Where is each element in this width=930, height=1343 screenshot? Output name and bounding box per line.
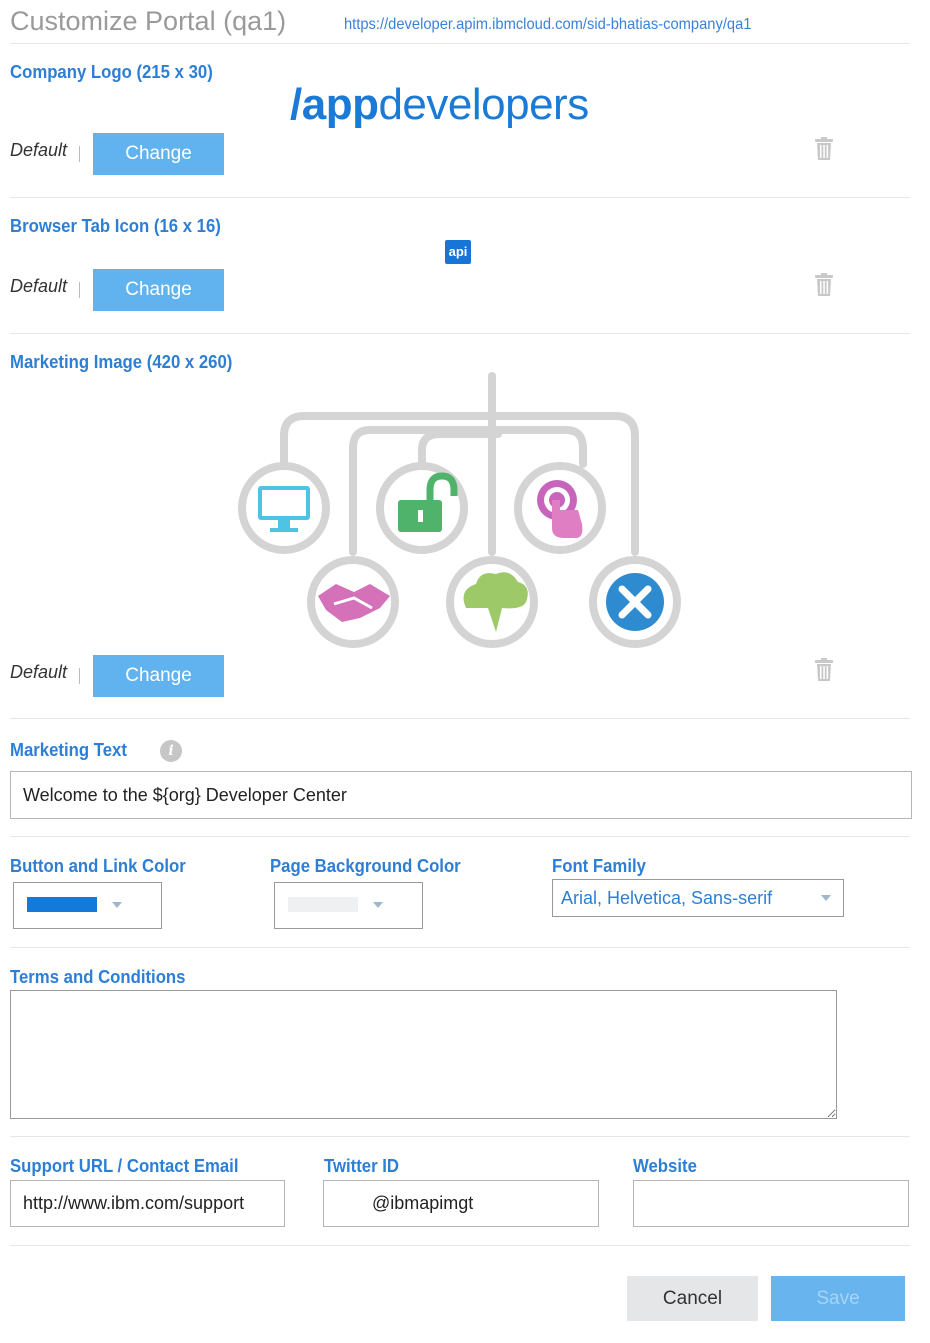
padlock-icon — [376, 462, 468, 554]
marketing-image-label: Marketing Image (420 x 260) — [10, 352, 233, 372]
cancel-button[interactable]: Cancel — [627, 1276, 758, 1321]
cloud-icon — [446, 556, 538, 648]
handshake-icon — [307, 556, 399, 648]
separator — [79, 146, 80, 162]
logo-prefix: /app — [290, 80, 379, 129]
button-link-color-swatch — [27, 897, 97, 912]
font-family-label: Font Family — [552, 856, 646, 876]
portal-url-link[interactable]: https://developer.apim.ibmcloud.com/sid-… — [344, 16, 751, 34]
separator — [79, 282, 80, 298]
twitter-label: Twitter ID — [324, 1156, 400, 1176]
marketing-text-label: Marketing Text — [10, 740, 127, 760]
button-link-color-picker[interactable] — [13, 882, 162, 929]
browser-tab-icon-default-label: Default — [10, 276, 68, 296]
separator — [79, 668, 80, 684]
website-label: Website — [633, 1156, 697, 1176]
support-label: Support URL / Contact Email — [10, 1156, 239, 1176]
chevron-down-icon — [112, 902, 122, 908]
divider — [10, 836, 910, 837]
divider — [10, 333, 910, 334]
company-logo-label: Company Logo (215 x 30) — [10, 62, 213, 82]
page-background-color-swatch — [288, 897, 358, 912]
divider — [10, 1136, 910, 1137]
marketing-image-change-button[interactable]: Change — [93, 655, 224, 697]
monitor-icon — [238, 462, 330, 554]
font-family-selected-value: Arial, Helvetica, Sans-serif — [561, 888, 773, 908]
twitter-id-input[interactable] — [323, 1180, 599, 1227]
font-family-select[interactable]: Arial, Helvetica, Sans-serif — [552, 879, 844, 917]
website-input[interactable] — [633, 1180, 909, 1227]
company-logo-default-label: Default — [10, 140, 68, 160]
terms-textarea[interactable] — [10, 990, 837, 1119]
browser-tab-icon-delete-icon[interactable] — [814, 273, 834, 297]
browser-tab-icon-label: Browser Tab Icon (16 x 16) — [10, 216, 221, 236]
company-logo-delete-icon[interactable] — [814, 137, 834, 161]
info-icon[interactable]: i — [160, 740, 182, 762]
company-logo-change-button[interactable]: Change — [93, 133, 224, 175]
terms-label: Terms and Conditions — [10, 967, 186, 987]
browser-tab-icon-change-button[interactable]: Change — [93, 269, 224, 311]
save-button[interactable]: Save — [771, 1276, 905, 1321]
marketing-image-preview — [238, 372, 681, 648]
divider — [10, 197, 910, 198]
page-background-color-label: Page Background Color — [270, 856, 461, 876]
chevron-down-icon — [821, 895, 831, 901]
divider — [10, 1245, 910, 1246]
divider — [10, 947, 910, 948]
chevron-down-icon — [373, 902, 383, 908]
browser-tab-icon-preview: api — [445, 240, 471, 264]
divider — [10, 718, 910, 719]
support-url-input[interactable] — [10, 1180, 285, 1227]
page-title: Customize Portal (qa1) — [10, 6, 287, 36]
marketing-text-input[interactable] — [10, 771, 912, 819]
logo-suffix: developers — [378, 80, 589, 129]
x-icon — [589, 556, 681, 648]
button-link-color-label: Button and Link Color — [10, 856, 186, 876]
marketing-image-delete-icon[interactable] — [814, 658, 834, 682]
marketing-image-default-label: Default — [10, 662, 68, 682]
divider — [10, 43, 910, 44]
touch-icon — [514, 462, 606, 554]
page-background-color-picker[interactable] — [274, 882, 423, 929]
company-logo-preview: /appdevelopers — [290, 80, 589, 130]
